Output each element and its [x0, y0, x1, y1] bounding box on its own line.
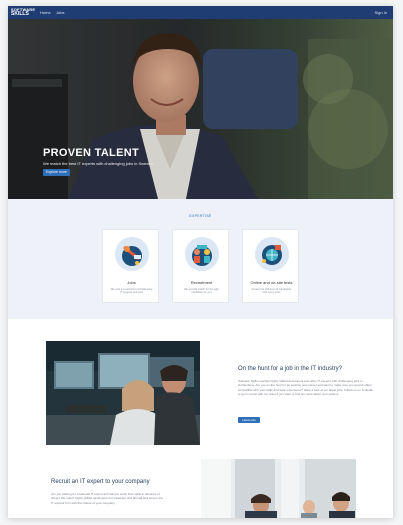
hero-section: PROVEN TALENT We match the best IT exper…: [8, 19, 393, 199]
recruit-text: Are you looking for a talented IT expert…: [51, 492, 164, 505]
expertise-section: EXPERTISE Jobs We post a curated list of…: [8, 199, 393, 319]
browser-page: SOFTWARE SKILLS Home Jobs Sign In PROVEN…: [8, 6, 393, 518]
expertise-heading: EXPERTISE: [189, 214, 212, 218]
expertise-card-jobs[interactable]: Jobs We post a curated list of challengi…: [102, 229, 159, 303]
card-desc-recruitment: We provide match for the right candidate…: [184, 288, 219, 295]
rocket-icon: [115, 237, 149, 271]
expertise-card-tests[interactable]: Online and on-site tests Assess the skil…: [242, 229, 299, 303]
globe-icon: [255, 237, 289, 271]
nav-link-home[interactable]: Home: [40, 10, 51, 15]
explore-more-button[interactable]: Explore more: [43, 169, 70, 176]
latest-jobs-button[interactable]: Latest jobs: [238, 417, 260, 423]
card-title-recruitment: Recruitment: [190, 280, 213, 285]
brand-logo[interactable]: SOFTWARE SKILLS: [11, 8, 35, 17]
sign-in-link[interactable]: Sign In: [375, 10, 387, 15]
recruit-section: Recruit an IT expert to your company Are…: [8, 449, 393, 518]
job-hunt-title: On the hunt for a job in the IT industry…: [238, 366, 342, 372]
expertise-card-recruitment[interactable]: Recruitment We provide match for the rig…: [172, 229, 229, 303]
card-title-tests: Online and on-site tests: [250, 280, 293, 285]
hero-title: PROVEN TALENT: [43, 147, 139, 159]
nav-link-jobs[interactable]: Jobs: [56, 10, 64, 15]
developers-photo: [46, 341, 200, 445]
card-desc-tests: Assess the skill level of candidates wit…: [251, 288, 292, 295]
job-hunt-text: Software Skills matches highly skilled d…: [238, 379, 374, 397]
logo-line2: SKILLS: [11, 11, 29, 17]
job-hunt-section: On the hunt for a job in the IT industry…: [8, 319, 393, 449]
top-navbar: SOFTWARE SKILLS Home Jobs Sign In: [8, 6, 393, 19]
card-desc-jobs: We post a curated list of challenging IT…: [110, 288, 153, 295]
office-photo: [201, 459, 356, 518]
recruit-title: Recruit an IT expert to your company: [51, 479, 150, 485]
hero-subtitle: We match the best IT experts with challe…: [43, 161, 155, 166]
team-icon: [185, 237, 219, 271]
card-title-jobs: Jobs: [127, 280, 136, 285]
